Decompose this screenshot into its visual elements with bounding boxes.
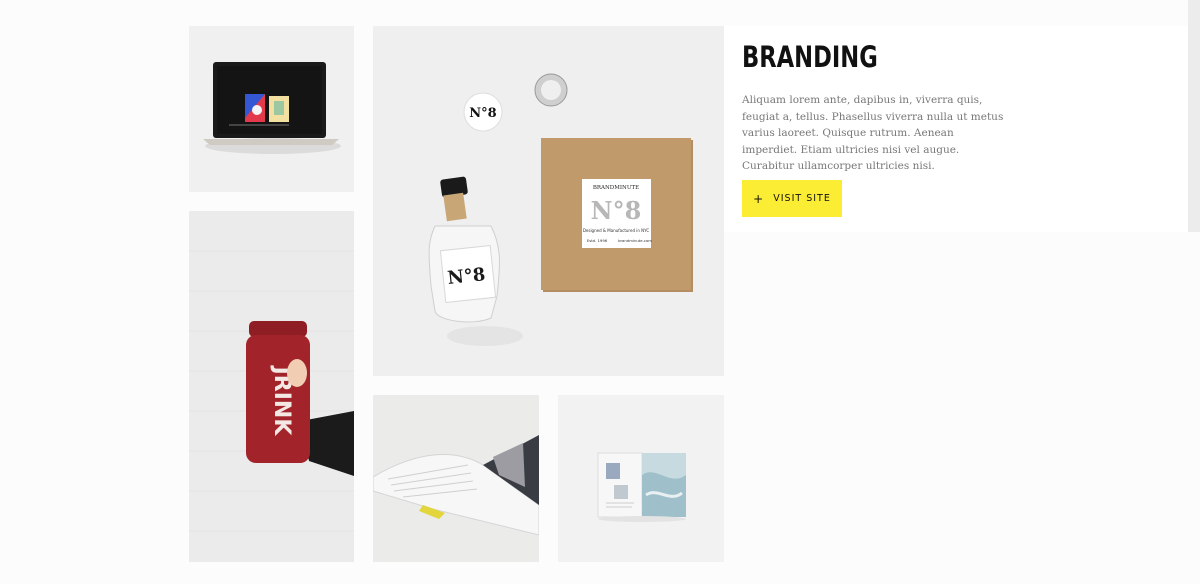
magazine-spread-image[interactable] <box>558 395 724 562</box>
open-book-image[interactable] <box>373 395 539 562</box>
box-number-text: N°8 <box>591 196 642 225</box>
box-site-text: brandminute.com <box>618 238 652 243</box>
package-illustration: N°8 BRANDMINUTE N°8 Designed & Manufactu… <box>428 73 693 346</box>
pin-number: N°8 <box>469 106 496 121</box>
book-illustration <box>373 435 539 536</box>
project-description: Aliquam lorem ante, dapibus in, viverra … <box>742 94 1004 172</box>
box-brand-text: BRANDMINUTE <box>593 185 639 191</box>
juice-bottle-illustration: JRINK <box>189 250 354 532</box>
visit-site-button[interactable]: + VISIT SITE <box>742 180 842 217</box>
juice-bottle-image[interactable]: JRINK <box>189 211 354 562</box>
project-info-panel: BRANDING Aliquam lorem ante, dapibus in,… <box>724 26 1188 232</box>
plus-icon: + <box>753 191 765 206</box>
project-title: BRANDING <box>742 40 878 74</box>
box-est-text: Estd. 1996 <box>587 238 608 243</box>
magazine-illustration <box>597 452 686 522</box>
visit-site-label: VISIT SITE <box>773 193 831 204</box>
box-tagline-text: Designed & Manufactured in NYC <box>583 228 650 233</box>
laptop-illustration <box>203 62 341 154</box>
scrollbar[interactable] <box>1188 0 1200 232</box>
laptop-mockup-image[interactable] <box>189 26 354 192</box>
branded-package-image[interactable]: N°8 BRANDMINUTE N°8 Designed & Manufactu… <box>373 26 724 376</box>
bottle-number-text: N°8 <box>446 264 486 289</box>
